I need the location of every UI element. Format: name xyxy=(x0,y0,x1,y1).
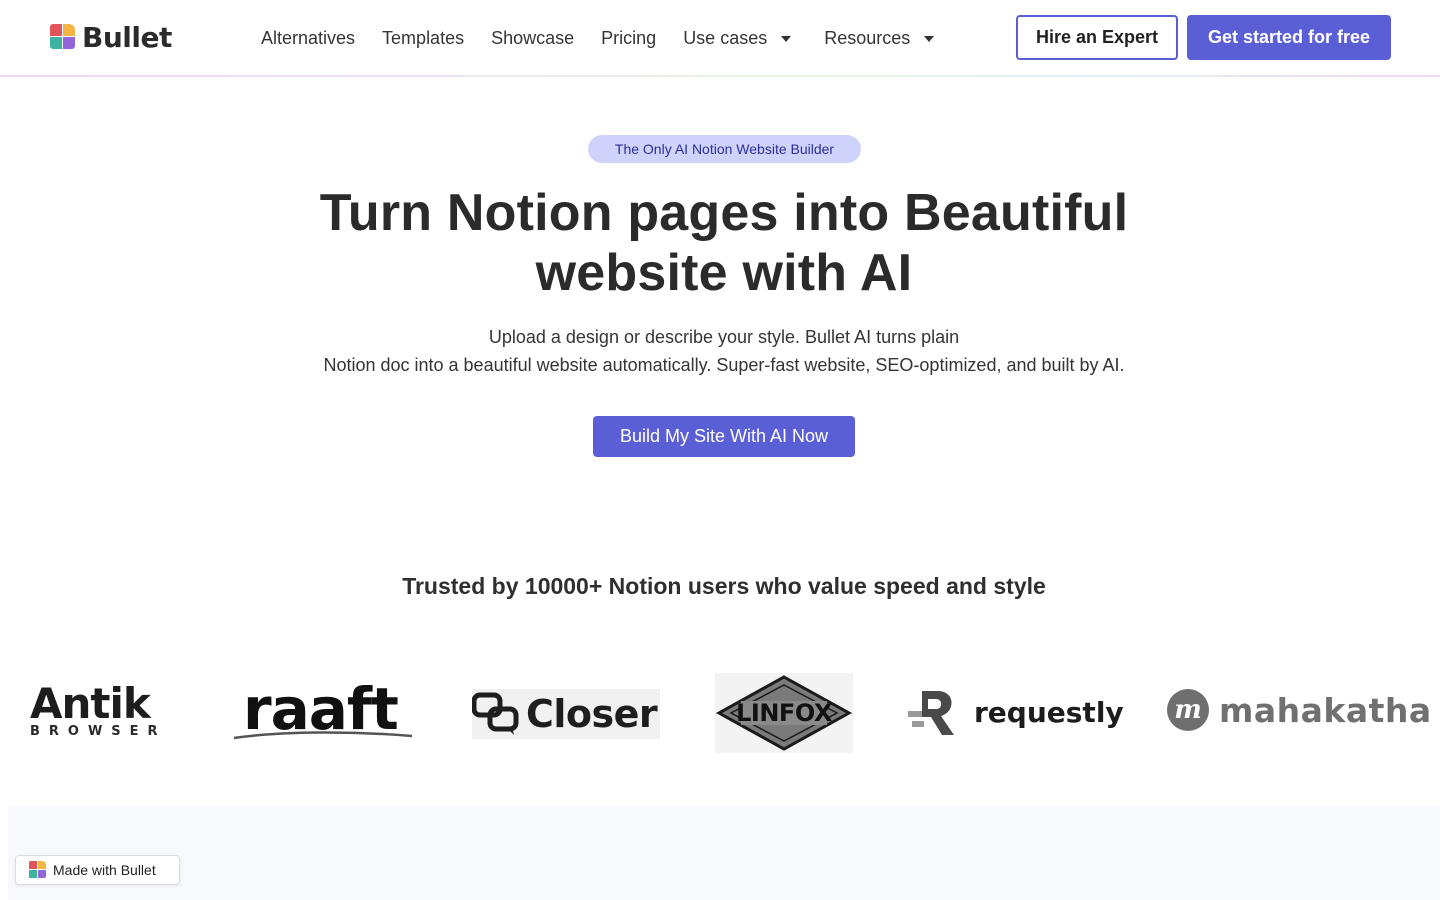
mahakatha-logo: m mahakatha xyxy=(1167,689,1432,731)
requestly-mark-icon xyxy=(908,691,954,735)
features-section xyxy=(8,806,1440,900)
antik-logo-sub: BROWSER xyxy=(30,724,167,739)
hero-tagline-pill: The Only AI Notion Website Builder xyxy=(588,135,861,163)
closer-logo: Closer xyxy=(472,689,660,739)
antik-browser-logo: Antik BROWSER xyxy=(30,683,170,739)
closer-logo-word: Closer xyxy=(526,692,658,736)
hero-subtitle: Upload a design or describe your style. … xyxy=(220,323,1228,379)
bullet-logo[interactable]: Bullet xyxy=(50,20,172,54)
mahakatha-logo-word: mahakatha xyxy=(1219,690,1432,730)
trusted-heading: Trusted by 10000+ Notion users who value… xyxy=(402,573,1046,599)
hero-subtitle-line-1: Upload a design or describe your style. … xyxy=(488,327,960,347)
nav-use-cases-label: Use cases xyxy=(683,27,768,48)
hire-expert-button[interactable]: Hire an Expert xyxy=(1016,15,1178,60)
caret-down-icon xyxy=(781,36,792,42)
nav-use-cases-dropdown[interactable]: Use cases xyxy=(683,27,792,49)
bullet-logo-icon xyxy=(50,24,76,50)
bullet-logo-icon xyxy=(29,861,47,879)
nav-resources-dropdown[interactable]: Resources xyxy=(824,27,935,49)
nav-resources-label: Resources xyxy=(824,27,911,48)
mahakatha-mark-icon: m xyxy=(1167,689,1209,731)
build-site-cta-button[interactable]: Build My Site With AI Now xyxy=(593,416,855,457)
raaft-swoosh-icon xyxy=(233,731,413,740)
customer-logos: Antik BROWSER raaft Closer LINFOX reques… xyxy=(0,665,1440,765)
linfox-logo: LINFOX xyxy=(715,673,853,753)
nav-templates[interactable]: Templates xyxy=(382,28,464,49)
main-nav: Alternatives Templates Showcase Pricing … xyxy=(261,24,967,52)
brand-name: Bullet xyxy=(82,20,172,54)
nav-pricing[interactable]: Pricing xyxy=(601,28,656,49)
linfox-logo-word: LINFOX xyxy=(736,699,832,727)
closer-chat-icon xyxy=(472,692,519,735)
nav-showcase[interactable]: Showcase xyxy=(491,28,574,49)
antik-logo-word: Antik xyxy=(30,679,151,728)
header-divider xyxy=(0,75,1440,77)
site-header: Bullet Alternatives Templates Showcase P… xyxy=(0,0,1440,76)
hero-title: Turn Notion pages into Beautiful website… xyxy=(319,184,1129,302)
hero-subtitle-line-2: Notion doc into a beautiful website auto… xyxy=(323,355,1125,375)
made-with-bullet-badge[interactable]: Made with Bullet xyxy=(15,855,180,885)
made-with-bullet-label: Made with Bullet xyxy=(53,862,156,878)
nav-alternatives[interactable]: Alternatives xyxy=(261,28,355,49)
caret-down-icon xyxy=(924,36,935,42)
requestly-logo-word: requestly xyxy=(974,695,1124,729)
requestly-logo: requestly xyxy=(908,687,1124,737)
get-started-button[interactable]: Get started for free xyxy=(1187,15,1391,60)
